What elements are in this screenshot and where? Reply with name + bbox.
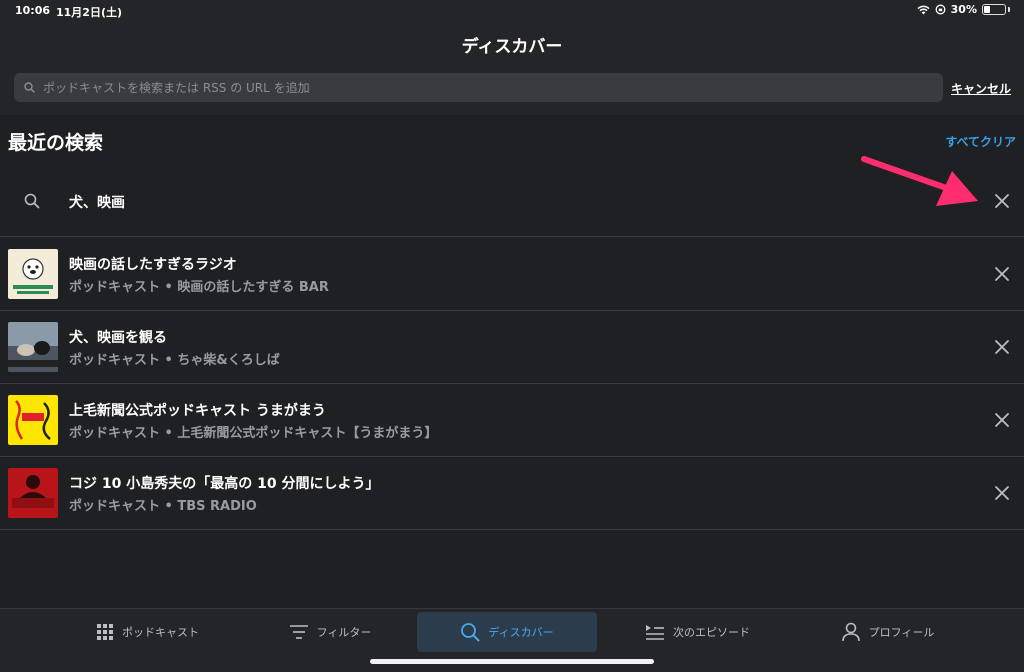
close-icon[interactable] <box>992 483 1012 503</box>
recent-query-text: 犬、映画 <box>69 195 125 211</box>
recent-searches-title: 最近の検索 <box>8 132 104 154</box>
grid-icon <box>97 624 113 640</box>
podcast-artwork-drawing <box>15 400 51 440</box>
close-icon[interactable] <box>992 337 1012 357</box>
podcast-artwork <box>8 322 58 372</box>
tab-label: プロフィール <box>868 626 935 639</box>
tab-discover[interactable]: ディスカバー <box>417 612 597 652</box>
search-icon <box>24 193 40 209</box>
podcast-artwork-drawing <box>13 258 53 294</box>
up-next-icon <box>646 625 664 640</box>
podcast-row[interactable]: 上毛新聞公式ポッドキャスト うまがまう ポッドキャスト • 上毛新聞公式ポッドキ… <box>0 384 1024 457</box>
clear-all-button[interactable]: すべてクリア <box>945 133 1016 150</box>
search-input[interactable] <box>43 80 943 95</box>
tab-label: フィルター <box>316 626 372 639</box>
tab-podcasts[interactable]: ポッドキャスト <box>80 612 215 652</box>
cancel-button[interactable]: キャンセル <box>951 80 1011 97</box>
status-date: 11月2日(土) <box>56 6 123 19</box>
podcast-artwork <box>8 468 58 518</box>
podcast-title: 上毛新聞公式ポッドキャスト うまがまう <box>69 403 326 419</box>
podcast-subtitle: ポッドキャスト • ちゃ柴&くろしば <box>69 353 280 368</box>
search-icon <box>461 623 480 642</box>
filter-icon <box>289 625 308 639</box>
tab-label: ポッドキャスト <box>122 626 199 639</box>
podcast-subtitle: ポッドキャスト • TBS RADIO <box>69 499 257 514</box>
tab-profile[interactable]: プロフィール <box>825 612 950 652</box>
close-icon[interactable] <box>992 410 1012 430</box>
status-indicators: 30% <box>917 3 1010 16</box>
annotation-arrow-icon <box>861 156 978 206</box>
podcast-subtitle: ポッドキャスト • 上毛新聞公式ポッドキャスト【うまがまう】 <box>69 426 438 441</box>
podcast-row[interactable]: 映画の話したすぎるラジオ ポッドキャスト • 映画の話したすぎる BAR <box>0 238 1024 311</box>
close-icon[interactable] <box>992 264 1012 284</box>
battery-tip <box>1008 7 1010 12</box>
podcast-artwork <box>8 249 58 299</box>
podcast-subtitle: ポッドキャスト • 映画の話したすぎる BAR <box>69 280 329 295</box>
wifi-icon <box>917 5 930 14</box>
podcast-row[interactable]: 犬、映画を観る ポッドキャスト • ちゃ柴&くろしば <box>0 311 1024 384</box>
battery-fill <box>984 6 990 13</box>
tab-label: ディスカバー <box>488 626 554 639</box>
battery-percent: 30% <box>950 3 977 16</box>
tab-up-next[interactable]: 次のエピソード <box>630 612 765 652</box>
search-field[interactable] <box>14 73 943 102</box>
page-title: ディスカバー <box>461 37 563 57</box>
podcast-title: コジ 10 小島秀夫の「最高の 10 分間にしよう」 <box>69 476 380 492</box>
podcast-title: 映画の話したすぎるラジオ <box>69 257 237 273</box>
home-indicator <box>370 659 654 664</box>
status-bar: 10:06 11月2日(土) 30% <box>0 0 1024 22</box>
podcast-row[interactable]: コジ 10 小島秀夫の「最高の 10 分間にしよう」 ポッドキャスト • TBS… <box>0 457 1024 530</box>
podcast-artwork <box>8 395 58 445</box>
search-icon <box>24 82 35 93</box>
orientation-lock-icon <box>935 4 946 15</box>
status-time: 10:06 <box>15 4 51 17</box>
close-icon[interactable] <box>992 191 1012 211</box>
podcast-artwork-drawing <box>8 322 58 372</box>
podcast-title: 犬、映画を観る <box>69 330 167 346</box>
profile-icon <box>841 622 860 642</box>
podcast-artwork-drawing <box>12 475 54 508</box>
battery-icon <box>982 4 1006 15</box>
tab-label: 次のエピソード <box>673 626 750 639</box>
tab-filters[interactable]: フィルター <box>270 612 390 652</box>
